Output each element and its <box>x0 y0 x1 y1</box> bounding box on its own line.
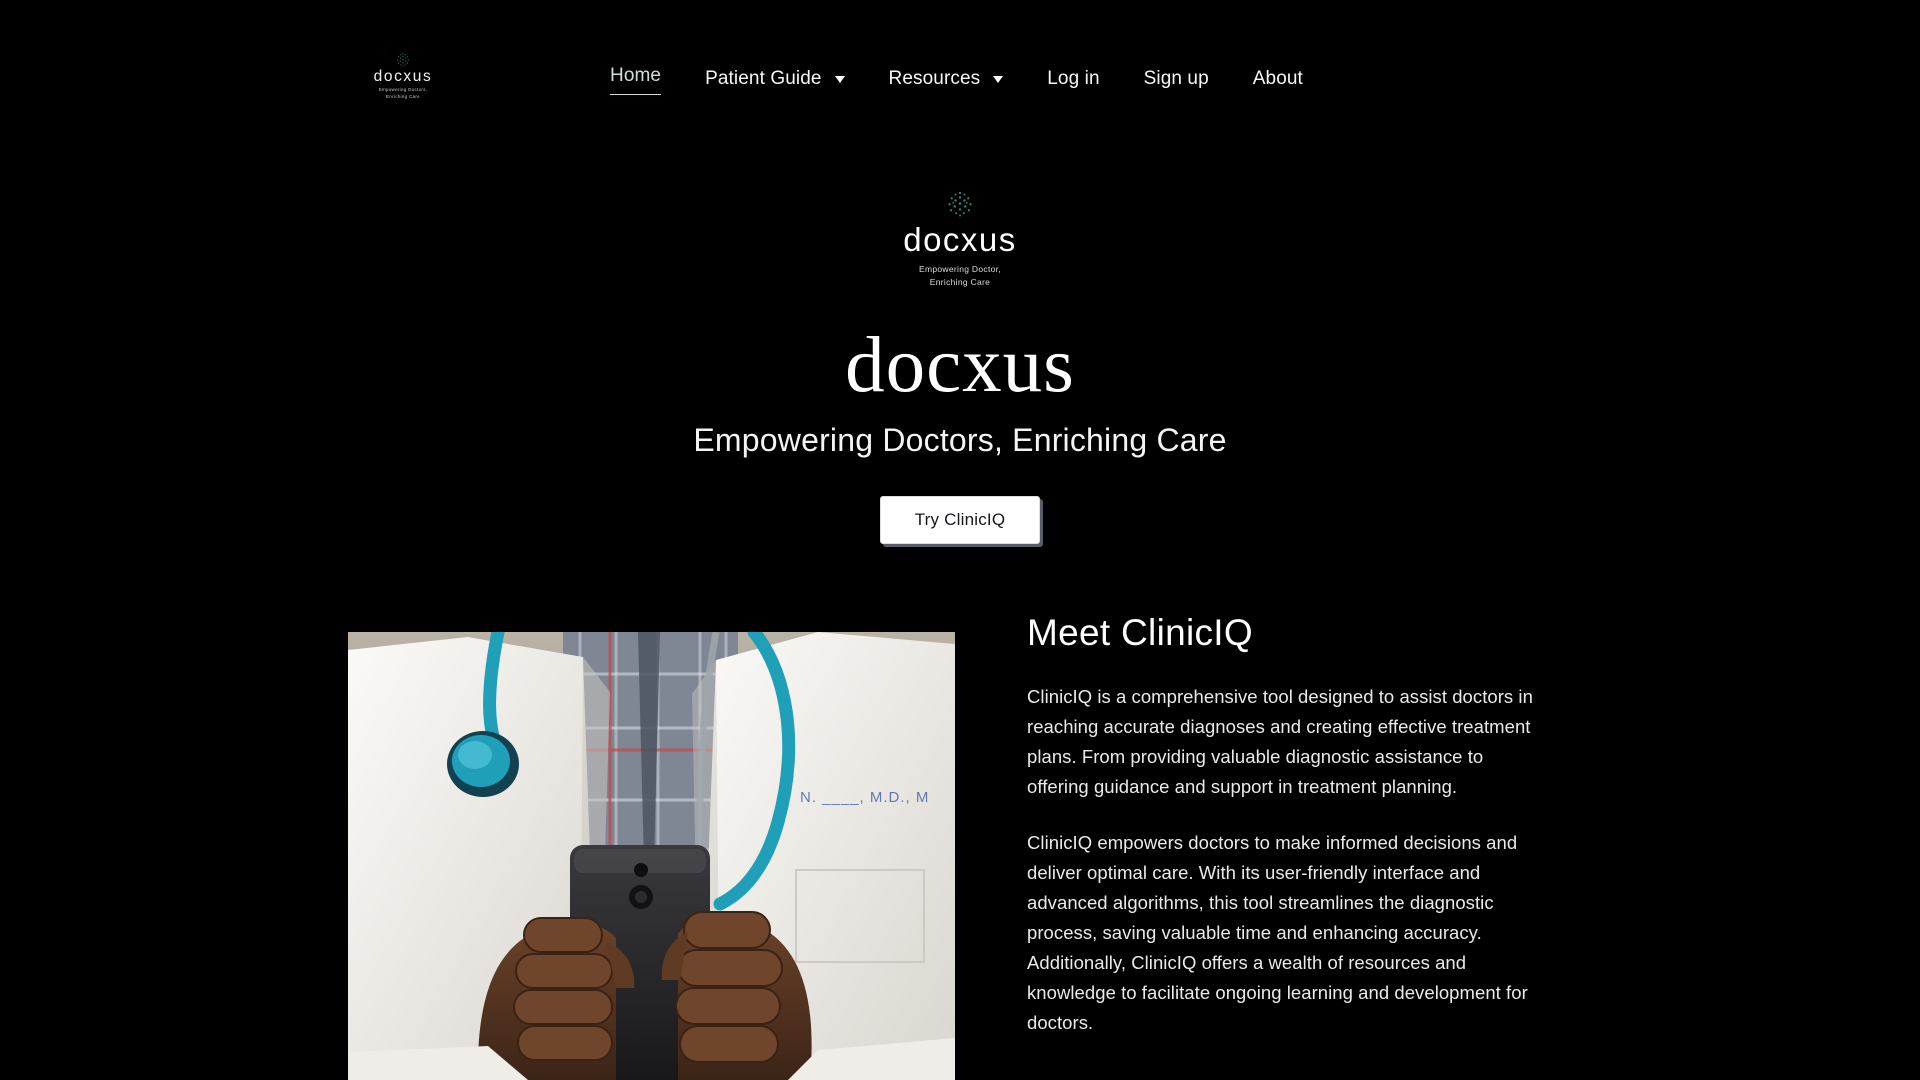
main-nav: Home Patient Guide Resources Log in Sign… <box>588 58 1325 99</box>
brand-tagline: Empowering Doctors, Enriching Care <box>378 87 428 99</box>
docxus-dot-cluster-mark-icon <box>397 53 409 67</box>
nav-item-label: Log in <box>1047 67 1100 89</box>
doctor-smartphone-illustration: N. ____, M.D., M <box>348 632 955 1080</box>
page-title: docxus <box>845 321 1075 409</box>
page-root: docxus Empowering Doctors, Enriching Car… <box>0 0 1920 1080</box>
hero-logo-tagline: Empowering Doctor, Enriching Care <box>919 263 1001 287</box>
nav-item-patient-guide[interactable]: Patient Guide <box>683 61 866 97</box>
hero-cta-container: Try ClinicIQ <box>0 495 1920 544</box>
docxus-dot-cluster-mark-icon <box>948 191 972 217</box>
nav-item-log-in[interactable]: Log in <box>1025 61 1121 97</box>
nav-item-label: Home <box>610 62 662 95</box>
nav-item-home[interactable]: Home <box>588 58 683 99</box>
hero-logo: docxus Empowering Doctor, Enriching Care <box>0 190 1920 289</box>
nav-item-label: Patient Guide <box>705 67 822 89</box>
hero-section: docxus Empowering Doctor, Enriching Care… <box>0 190 1920 544</box>
chevron-down-icon[interactable] <box>834 75 845 83</box>
brand-wordmark: docxus <box>373 68 433 85</box>
brand-logo[interactable]: docxus Empowering Doctors, Enriching Car… <box>348 52 458 100</box>
nav-item-sign-up[interactable]: Sign up <box>1122 61 1231 97</box>
doctor-smartphone-photo: N. ____, M.D., M <box>348 632 955 1080</box>
meet-paragraph-1: ClinicIQ is a comprehensive tool designe… <box>1027 686 1533 798</box>
site-header: docxus Empowering Doctors, Enriching Car… <box>0 0 1920 118</box>
nav-item-label: Resources <box>888 67 981 89</box>
chevron-down-icon[interactable] <box>993 75 1004 83</box>
nav-item-label: Sign up <box>1143 67 1209 89</box>
meet-cliniciq-heading: Meet ClinicIQ <box>1027 612 1253 653</box>
meet-paragraph-2: ClinicIQ empowers doctors to make inform… <box>1027 832 1528 1033</box>
nav-item-label: About <box>1252 67 1303 89</box>
hero-subtitle: Empowering Doctors, Enriching Care <box>693 421 1227 458</box>
meet-cliniciq-text: Meet ClinicIQ ClinicIQ is a comprehensiv… <box>1027 610 1537 1038</box>
nav-item-about[interactable]: About <box>1231 61 1325 97</box>
hero-wordmark: docxus <box>903 221 1017 258</box>
nav-item-resources[interactable]: Resources <box>867 61 1026 97</box>
meet-cliniciq-section: N. ____, M.D., M Meet ClinicIQ ClinicIQ … <box>0 612 1920 1080</box>
try-cliniciq-button[interactable]: Try ClinicIQ <box>879 495 1041 544</box>
